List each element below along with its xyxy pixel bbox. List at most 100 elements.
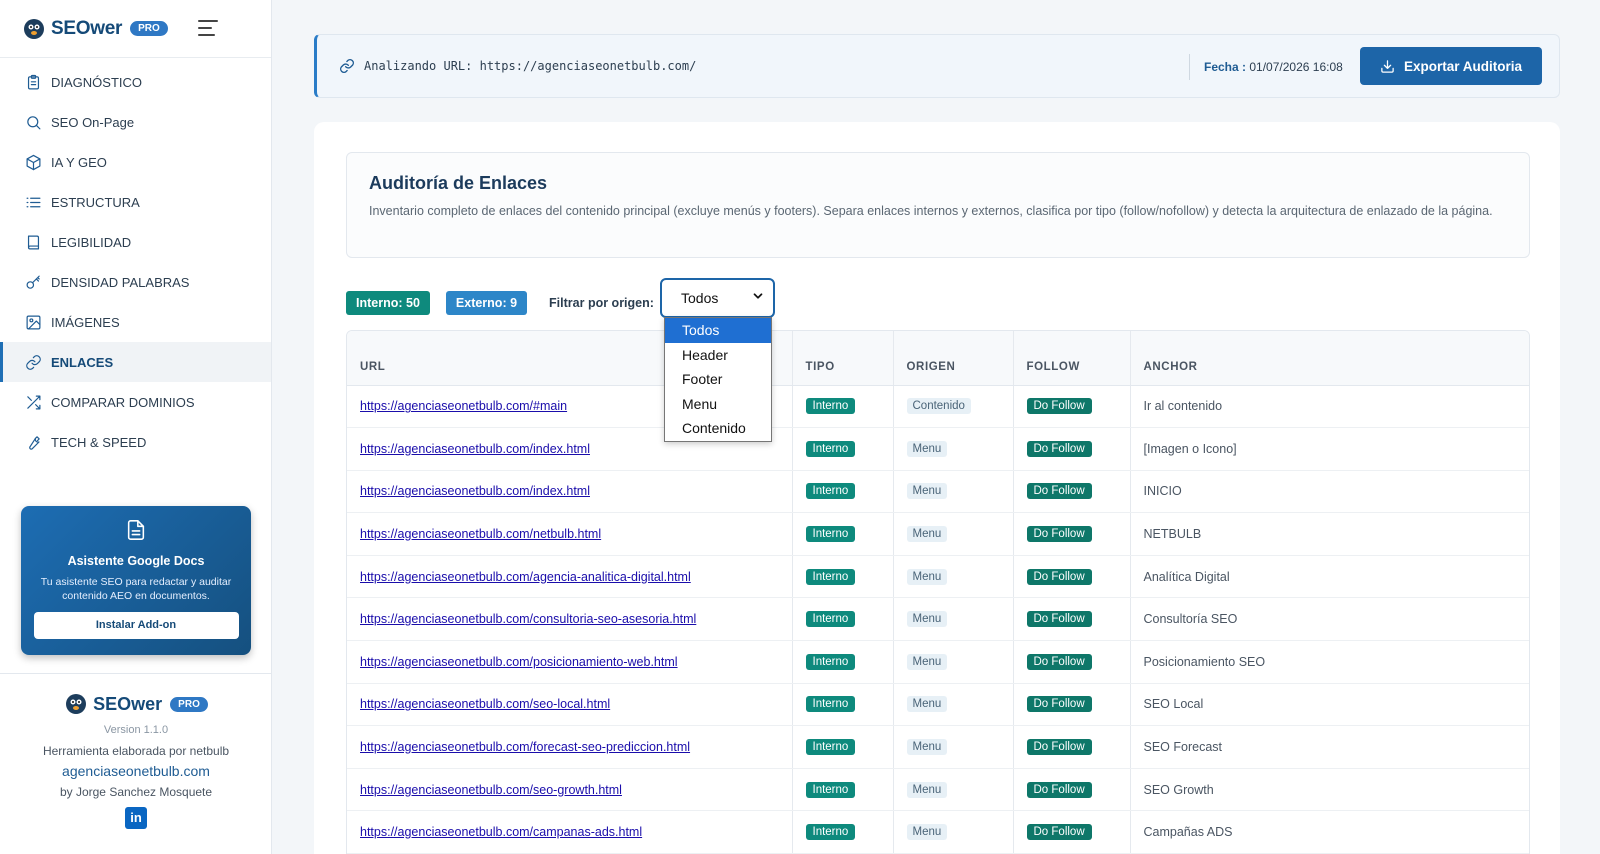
made-by-text: Herramienta elaborada por netbulb (42, 744, 230, 758)
anchor-cell: Analítica Digital (1130, 555, 1529, 599)
follow-badge: Do Follow (1026, 781, 1092, 798)
list-icon (24, 193, 42, 211)
anchor-cell: SEO Growth (1130, 768, 1529, 812)
url-cell: https://agenciaseonetbulb.com/forecast-s… (347, 725, 793, 769)
filter-option-footer[interactable]: Footer (665, 367, 771, 392)
tipo-cell: Interno (792, 597, 894, 642)
sidebar-item-ia-geo[interactable]: IA Y GEO (0, 142, 271, 182)
sidebar-nav: DIAGNÓSTICO SEO On-Page IA Y GEO ESTRUCT… (0, 58, 271, 462)
export-audit-button[interactable]: Exportar Auditoria (1360, 47, 1542, 85)
follow-cell: Do Follow (1013, 555, 1131, 599)
column-header-origen[interactable]: ORIGEN (893, 331, 1014, 386)
tipo-badge: Interno (805, 739, 856, 756)
link-url[interactable]: https://agenciaseonetbulb.com/seo-local.… (360, 697, 610, 711)
origen-badge: Menu (906, 781, 948, 798)
sidebar-item-label: TECH & SPEED (51, 434, 147, 450)
anchor-cell: Posicionamiento SEO (1130, 640, 1529, 684)
link-url[interactable]: https://agenciaseonetbulb.com/#main (360, 399, 567, 413)
origen-cell: Menu (893, 512, 1014, 556)
origin-filter-select[interactable]: Todos (660, 278, 775, 318)
brand-name: SEOwer (51, 17, 123, 39)
follow-badge: Do Follow (1026, 440, 1092, 457)
date-value: 01/07/2026 16:08 (1249, 60, 1343, 74)
sidebar-item-legibilidad[interactable]: LEGIBILIDAD (0, 222, 271, 262)
sidebar-item-seo-on-page[interactable]: SEO On-Page (0, 102, 271, 142)
tipo-cell: Interno (792, 512, 894, 556)
cube-icon (24, 153, 42, 171)
date-separator: : (1242, 60, 1247, 74)
sidebar-footer: SEOwer PRO Version 1.1.0 Herramienta ela… (0, 673, 272, 854)
sidebar-item-label: LEGIBILIDAD (51, 234, 132, 250)
google-docs-promo: Asistente Google Docs Tu asistente SEO p… (21, 506, 251, 655)
follow-badge: Do Follow (1026, 824, 1092, 841)
anchor-cell: INICIO (1130, 470, 1529, 514)
brand-logo[interactable]: SEOwer PRO (0, 0, 271, 58)
filter-option-contenido[interactable]: Contenido (665, 416, 771, 441)
tipo-badge: Interno (805, 824, 856, 841)
link-url[interactable]: https://agenciaseonetbulb.com/index.html (360, 484, 590, 498)
document-icon (127, 520, 145, 540)
link-url[interactable]: https://agenciaseonetbulb.com/forecast-s… (360, 740, 690, 754)
tipo-cell: Interno (792, 470, 894, 514)
url-cell: https://agenciaseonetbulb.com/seo-growth… (347, 768, 793, 812)
sidebar-item-diagnostico[interactable]: DIAGNÓSTICO (0, 62, 271, 102)
tipo-badge: Interno (805, 653, 856, 670)
tipo-badge: Interno (805, 398, 856, 415)
sidebar-item-label: IA Y GEO (51, 154, 107, 170)
author-text: by Jorge Sanchez Mosquete (59, 785, 213, 799)
url-cell: https://agenciaseonetbulb.com/index.html (347, 470, 793, 514)
table-row: https://agenciaseonetbulb.com/seo-growth… (347, 768, 1529, 812)
follow-cell: Do Follow (1013, 512, 1131, 556)
column-header-anchor[interactable]: ANCHOR (1130, 331, 1529, 386)
filter-option-header[interactable]: Header (665, 343, 771, 368)
sidebar: SEOwer PRO DIAGNÓSTICO SEO On-Page IA Y … (0, 0, 272, 854)
menu-toggle-icon[interactable] (198, 20, 218, 38)
link-url[interactable]: https://agenciaseonetbulb.com/campanas-a… (360, 825, 642, 839)
sidebar-item-enlaces[interactable]: ENLACES (0, 342, 271, 382)
column-header-tipo[interactable]: TIPO (792, 331, 894, 386)
anchor-cell: SEO Forecast (1130, 725, 1529, 769)
link-url[interactable]: https://agenciaseonetbulb.com/index.html (360, 442, 590, 456)
link-url[interactable]: https://agenciaseonetbulb.com/netbulb.ht… (360, 527, 601, 541)
page-title: Auditoría de Enlaces (369, 173, 548, 193)
link-icon (24, 353, 42, 371)
column-header-follow[interactable]: FOLLOW (1013, 331, 1131, 386)
filter-label: Filtrar por origen: (549, 296, 654, 310)
tipo-badge: Interno (805, 568, 856, 585)
follow-badge: Do Follow (1026, 526, 1092, 543)
origen-cell: Menu (893, 597, 1014, 642)
table-row: https://agenciaseonetbulb.com/seo-local.… (347, 683, 1529, 727)
date-label: Fecha (1204, 60, 1239, 74)
linkedin-icon[interactable]: in (125, 807, 147, 829)
links-audit-card: Auditoría de Enlaces Inventario completo… (314, 122, 1560, 854)
sidebar-item-densidad-palabras[interactable]: DENSIDAD PALABRAS (0, 262, 271, 302)
origin-filter-dropdown: Todos Header Footer Menu Contenido (664, 317, 772, 442)
mascot-icon (66, 694, 87, 714)
tipo-badge: Interno (805, 440, 856, 457)
link-url[interactable]: https://agenciaseonetbulb.com/posicionam… (360, 655, 678, 669)
follow-cell: Do Follow (1013, 385, 1131, 429)
tipo-cell: Interno (792, 555, 894, 599)
follow-badge: Do Follow (1026, 398, 1092, 415)
link-url[interactable]: https://agenciaseonetbulb.com/agencia-an… (360, 570, 691, 584)
sidebar-item-comparar-dominios[interactable]: COMPARAR DOMINIOS (0, 382, 271, 422)
anchor-cell: Ir al contenido (1130, 385, 1529, 429)
sidebar-item-estructura[interactable]: ESTRUCTURA (0, 182, 271, 222)
anchor-cell: SEO Local (1130, 683, 1529, 727)
filter-option-todos[interactable]: Todos (665, 318, 771, 343)
agency-site-link[interactable]: agenciaseonetbulb.com (0, 763, 272, 779)
filter-option-menu[interactable]: Menu (665, 392, 771, 417)
install-addon-button[interactable]: Instalar Add-on (33, 612, 239, 639)
sidebar-item-tech-speed[interactable]: TECH & SPEED (0, 422, 271, 462)
table-row: https://agenciaseonetbulb.com/#main Inter… (347, 385, 1529, 429)
origen-cell: Menu (893, 810, 1014, 854)
link-url[interactable]: https://agenciaseonetbulb.com/seo-growth… (360, 783, 622, 797)
analysis-bar: Analizando URL: https://agenciaseonetbul… (314, 34, 1560, 98)
tipo-badge: Interno (805, 483, 856, 500)
sidebar-item-imagenes[interactable]: IMÁGENES (0, 302, 271, 342)
table-row: https://agenciaseonetbulb.com/index.html… (347, 470, 1529, 514)
sidebar-item-label: ESTRUCTURA (51, 194, 140, 210)
link-url[interactable]: https://agenciaseonetbulb.com/consultori… (360, 612, 696, 626)
links-table: URL TIPO ORIGEN FOLLOW ANCHOR https://ag… (346, 330, 1530, 854)
follow-cell: Do Follow (1013, 768, 1131, 812)
